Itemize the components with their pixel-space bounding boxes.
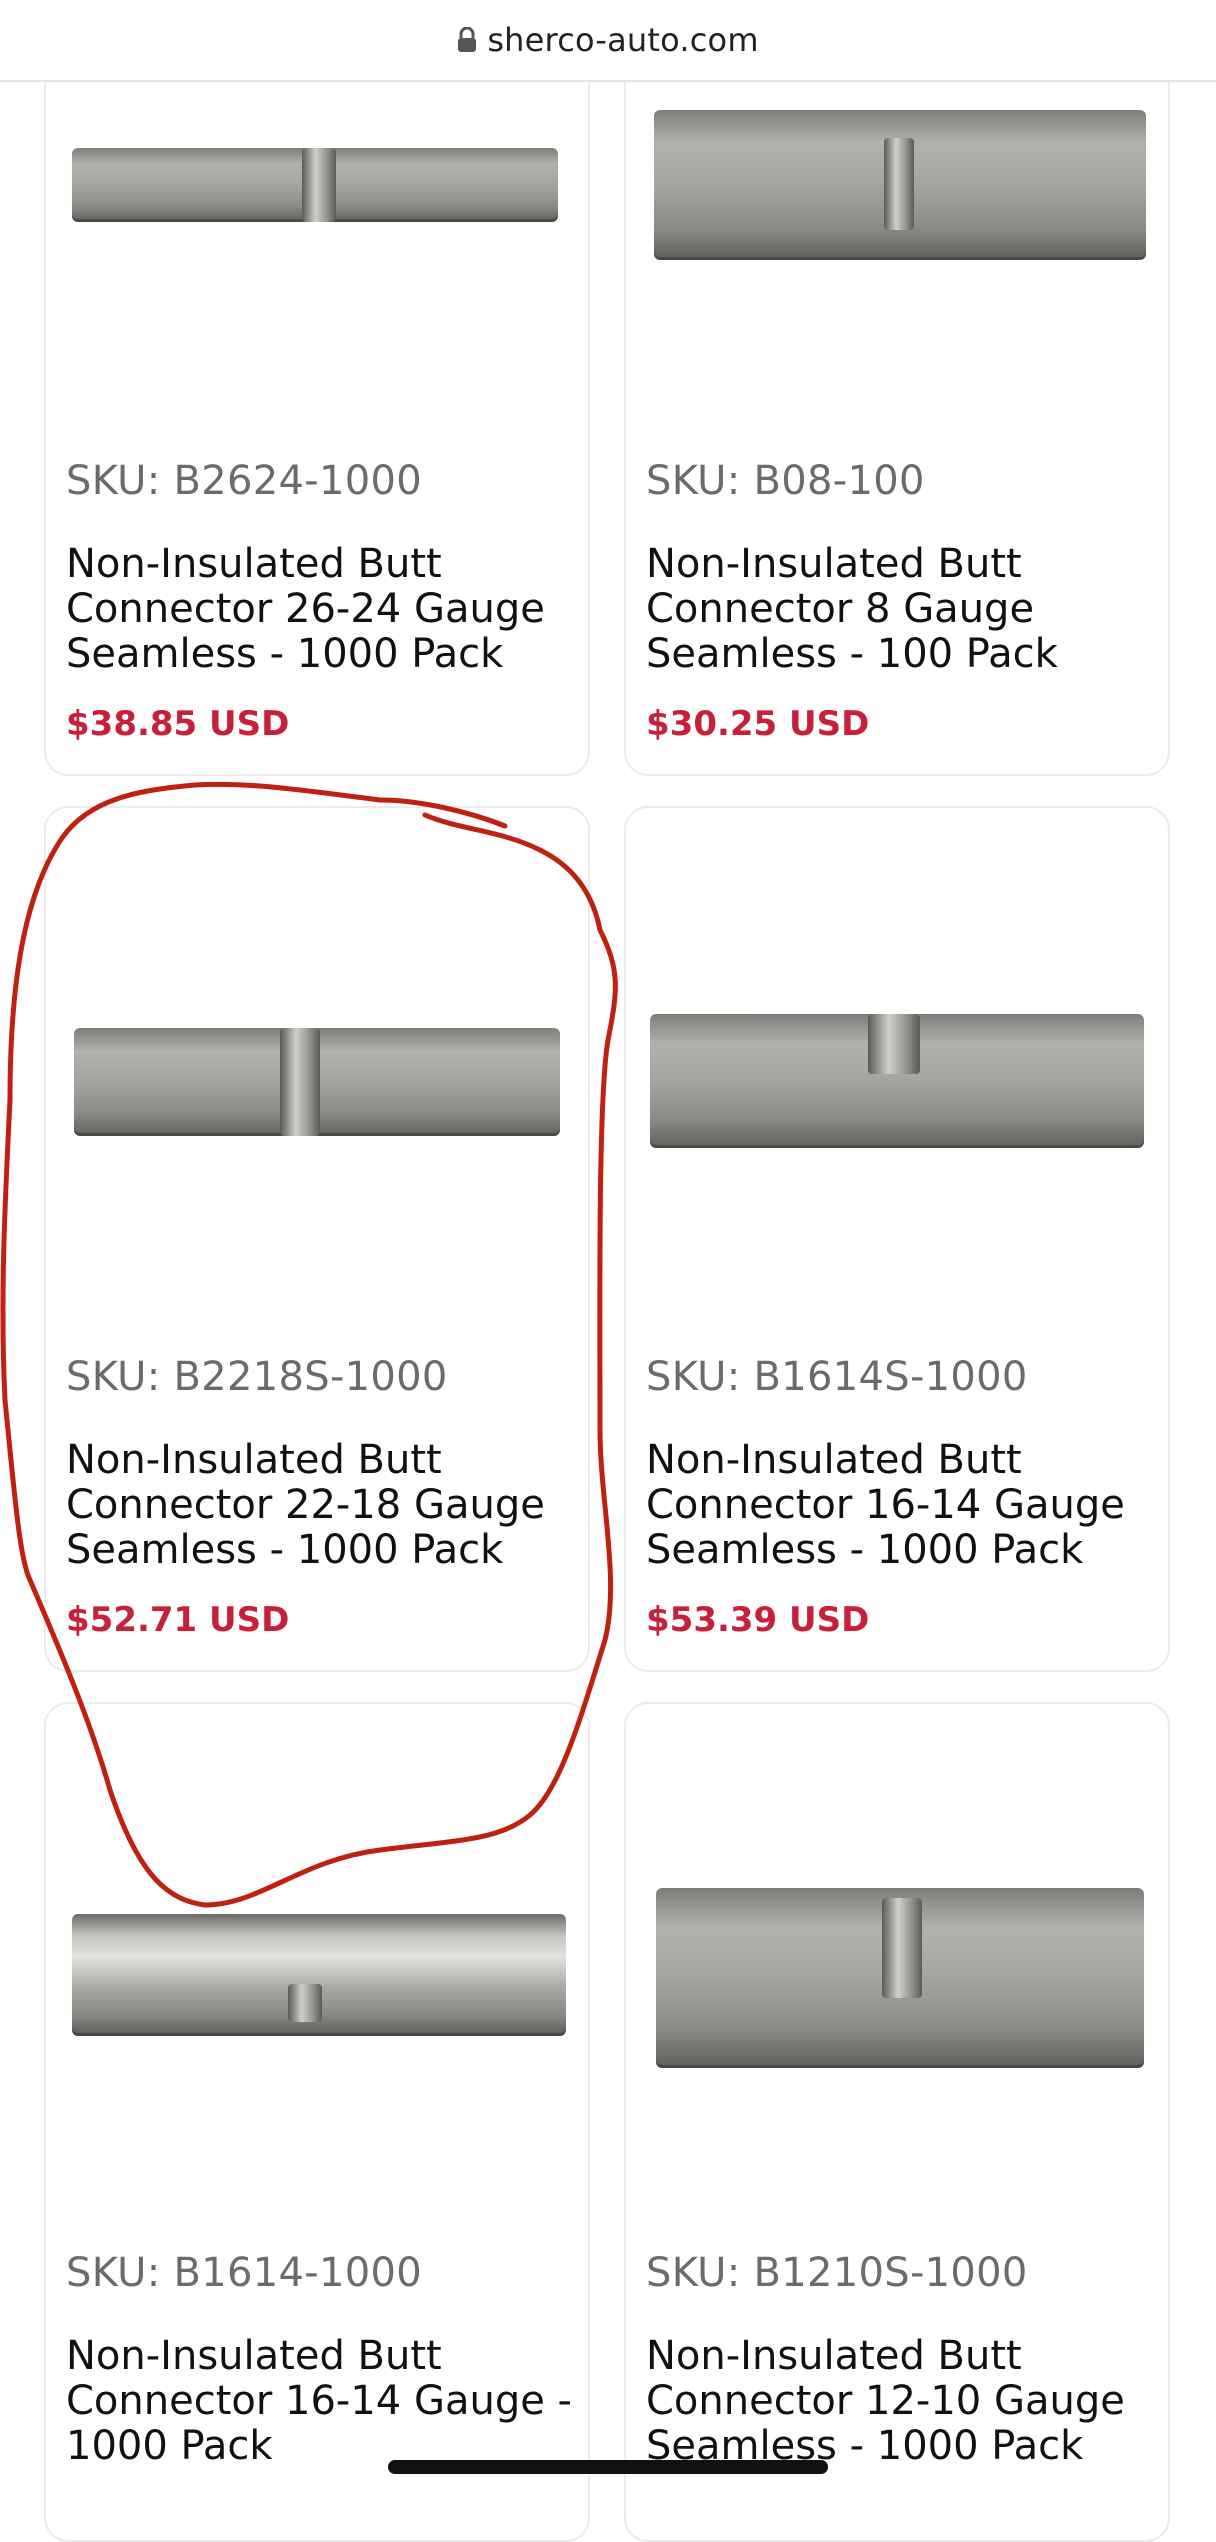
product-image[interactable] <box>46 1704 588 2204</box>
home-indicator[interactable] <box>388 2460 828 2474</box>
product-title[interactable]: Non-Insulated Butt Connector 16-14 Gauge… <box>66 2334 586 2469</box>
butt-connector-image <box>654 110 1146 260</box>
product-sku: SKU: B08-100 <box>646 458 925 504</box>
product-sku: SKU: B2218S-1000 <box>66 1354 448 1400</box>
product-price: $52.71 USD <box>66 1600 290 1640</box>
product-sku: SKU: B1210S-1000 <box>646 2250 1028 2296</box>
url-text: sherco-auto.com <box>487 21 759 59</box>
product-card[interactable]: SKU: B1210S-1000 Non-Insulated Butt Conn… <box>624 1702 1170 2542</box>
product-title[interactable]: Non-Insulated Butt Connector 26-24 Gauge… <box>66 542 586 677</box>
product-title[interactable]: Non-Insulated Butt Connector 16-14 Gauge… <box>646 1438 1166 1573</box>
product-card[interactable]: SKU: B08-100 Non-Insulated Butt Connecto… <box>624 40 1170 776</box>
product-title[interactable]: Non-Insulated Butt Connector 8 Gauge Sea… <box>646 542 1166 677</box>
address-bar[interactable]: sherco-auto.com <box>0 0 1216 82</box>
product-price: $38.85 USD <box>66 704 290 744</box>
butt-connector-image <box>650 1014 1144 1148</box>
product-image[interactable] <box>626 42 1168 422</box>
product-sku: SKU: B1614S-1000 <box>646 1354 1028 1400</box>
product-image[interactable] <box>626 1704 1168 2204</box>
product-card[interactable]: SKU: B1614-1000 Non-Insulated Butt Conne… <box>44 1702 590 2542</box>
product-grid: SKU: B2624-1000 Non-Insulated Butt Conne… <box>0 0 1216 2542</box>
product-title[interactable]: Non-Insulated Butt Connector 12-10 Gauge… <box>646 2334 1166 2469</box>
butt-connector-image <box>72 148 558 222</box>
product-image[interactable] <box>626 808 1168 1308</box>
butt-connector-image <box>656 1888 1144 2068</box>
product-card[interactable]: SKU: B1614S-1000 Non-Insulated Butt Conn… <box>624 806 1170 1672</box>
product-card[interactable]: SKU: B2624-1000 Non-Insulated Butt Conne… <box>44 40 590 776</box>
product-image[interactable] <box>46 808 588 1308</box>
product-title[interactable]: Non-Insulated Butt Connector 22-18 Gauge… <box>66 1438 586 1573</box>
product-price: $53.39 USD <box>646 1600 870 1640</box>
product-sku: SKU: B1614-1000 <box>66 2250 422 2296</box>
product-image[interactable] <box>46 42 588 422</box>
product-sku: SKU: B2624-1000 <box>66 458 422 504</box>
product-card[interactable]: SKU: B2218S-1000 Non-Insulated Butt Conn… <box>44 806 590 1672</box>
butt-connector-image <box>72 1914 566 2036</box>
lock-icon <box>458 27 477 52</box>
product-price: $30.25 USD <box>646 704 870 744</box>
butt-connector-image <box>74 1028 560 1136</box>
